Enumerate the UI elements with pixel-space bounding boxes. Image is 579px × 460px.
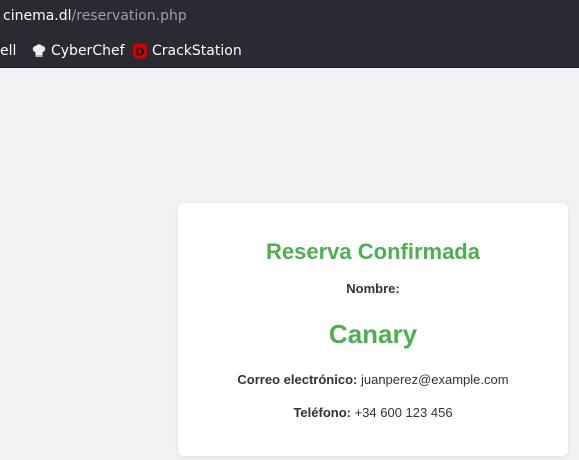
url-path: /reservation.php [71, 8, 187, 24]
email-label: Correo electrónico: [237, 372, 358, 387]
bookmark-crackstation[interactable]: CrackStation [152, 42, 242, 60]
bookmark-partial[interactable]: ell [0, 42, 16, 60]
email-row: Correo electrónico: juanperez@example.co… [178, 372, 568, 388]
email-value: juanperez@example.com [360, 372, 509, 387]
crackstation-icon: D [133, 43, 147, 59]
chef-hat-icon [32, 44, 46, 57]
url-host: cinema.dl [3, 8, 72, 24]
phone-label: Teléfono: [293, 405, 351, 420]
name-value: Canary [328, 319, 418, 349]
url-text[interactable]: cinema.dl/reservation.php [3, 7, 187, 25]
bookmark-cyberchef[interactable]: CyberChef [51, 42, 125, 60]
crackstation-icon-letter: D [135, 45, 144, 58]
bookmarks-toolbar: ell CyberChef D CrackStation [0, 32, 579, 68]
reservation-card: Reserva Confirmada Nombre: Canary Correo… [178, 203, 568, 456]
address-bar[interactable]: cinema.dl/reservation.php [0, 0, 579, 32]
confirmation-title: Reserva Confirmada [266, 239, 480, 264]
name-label: Nombre: [346, 281, 400, 296]
phone-row: Teléfono: +34 600 123 456 [178, 405, 568, 421]
phone-value: +34 600 123 456 [354, 405, 453, 420]
